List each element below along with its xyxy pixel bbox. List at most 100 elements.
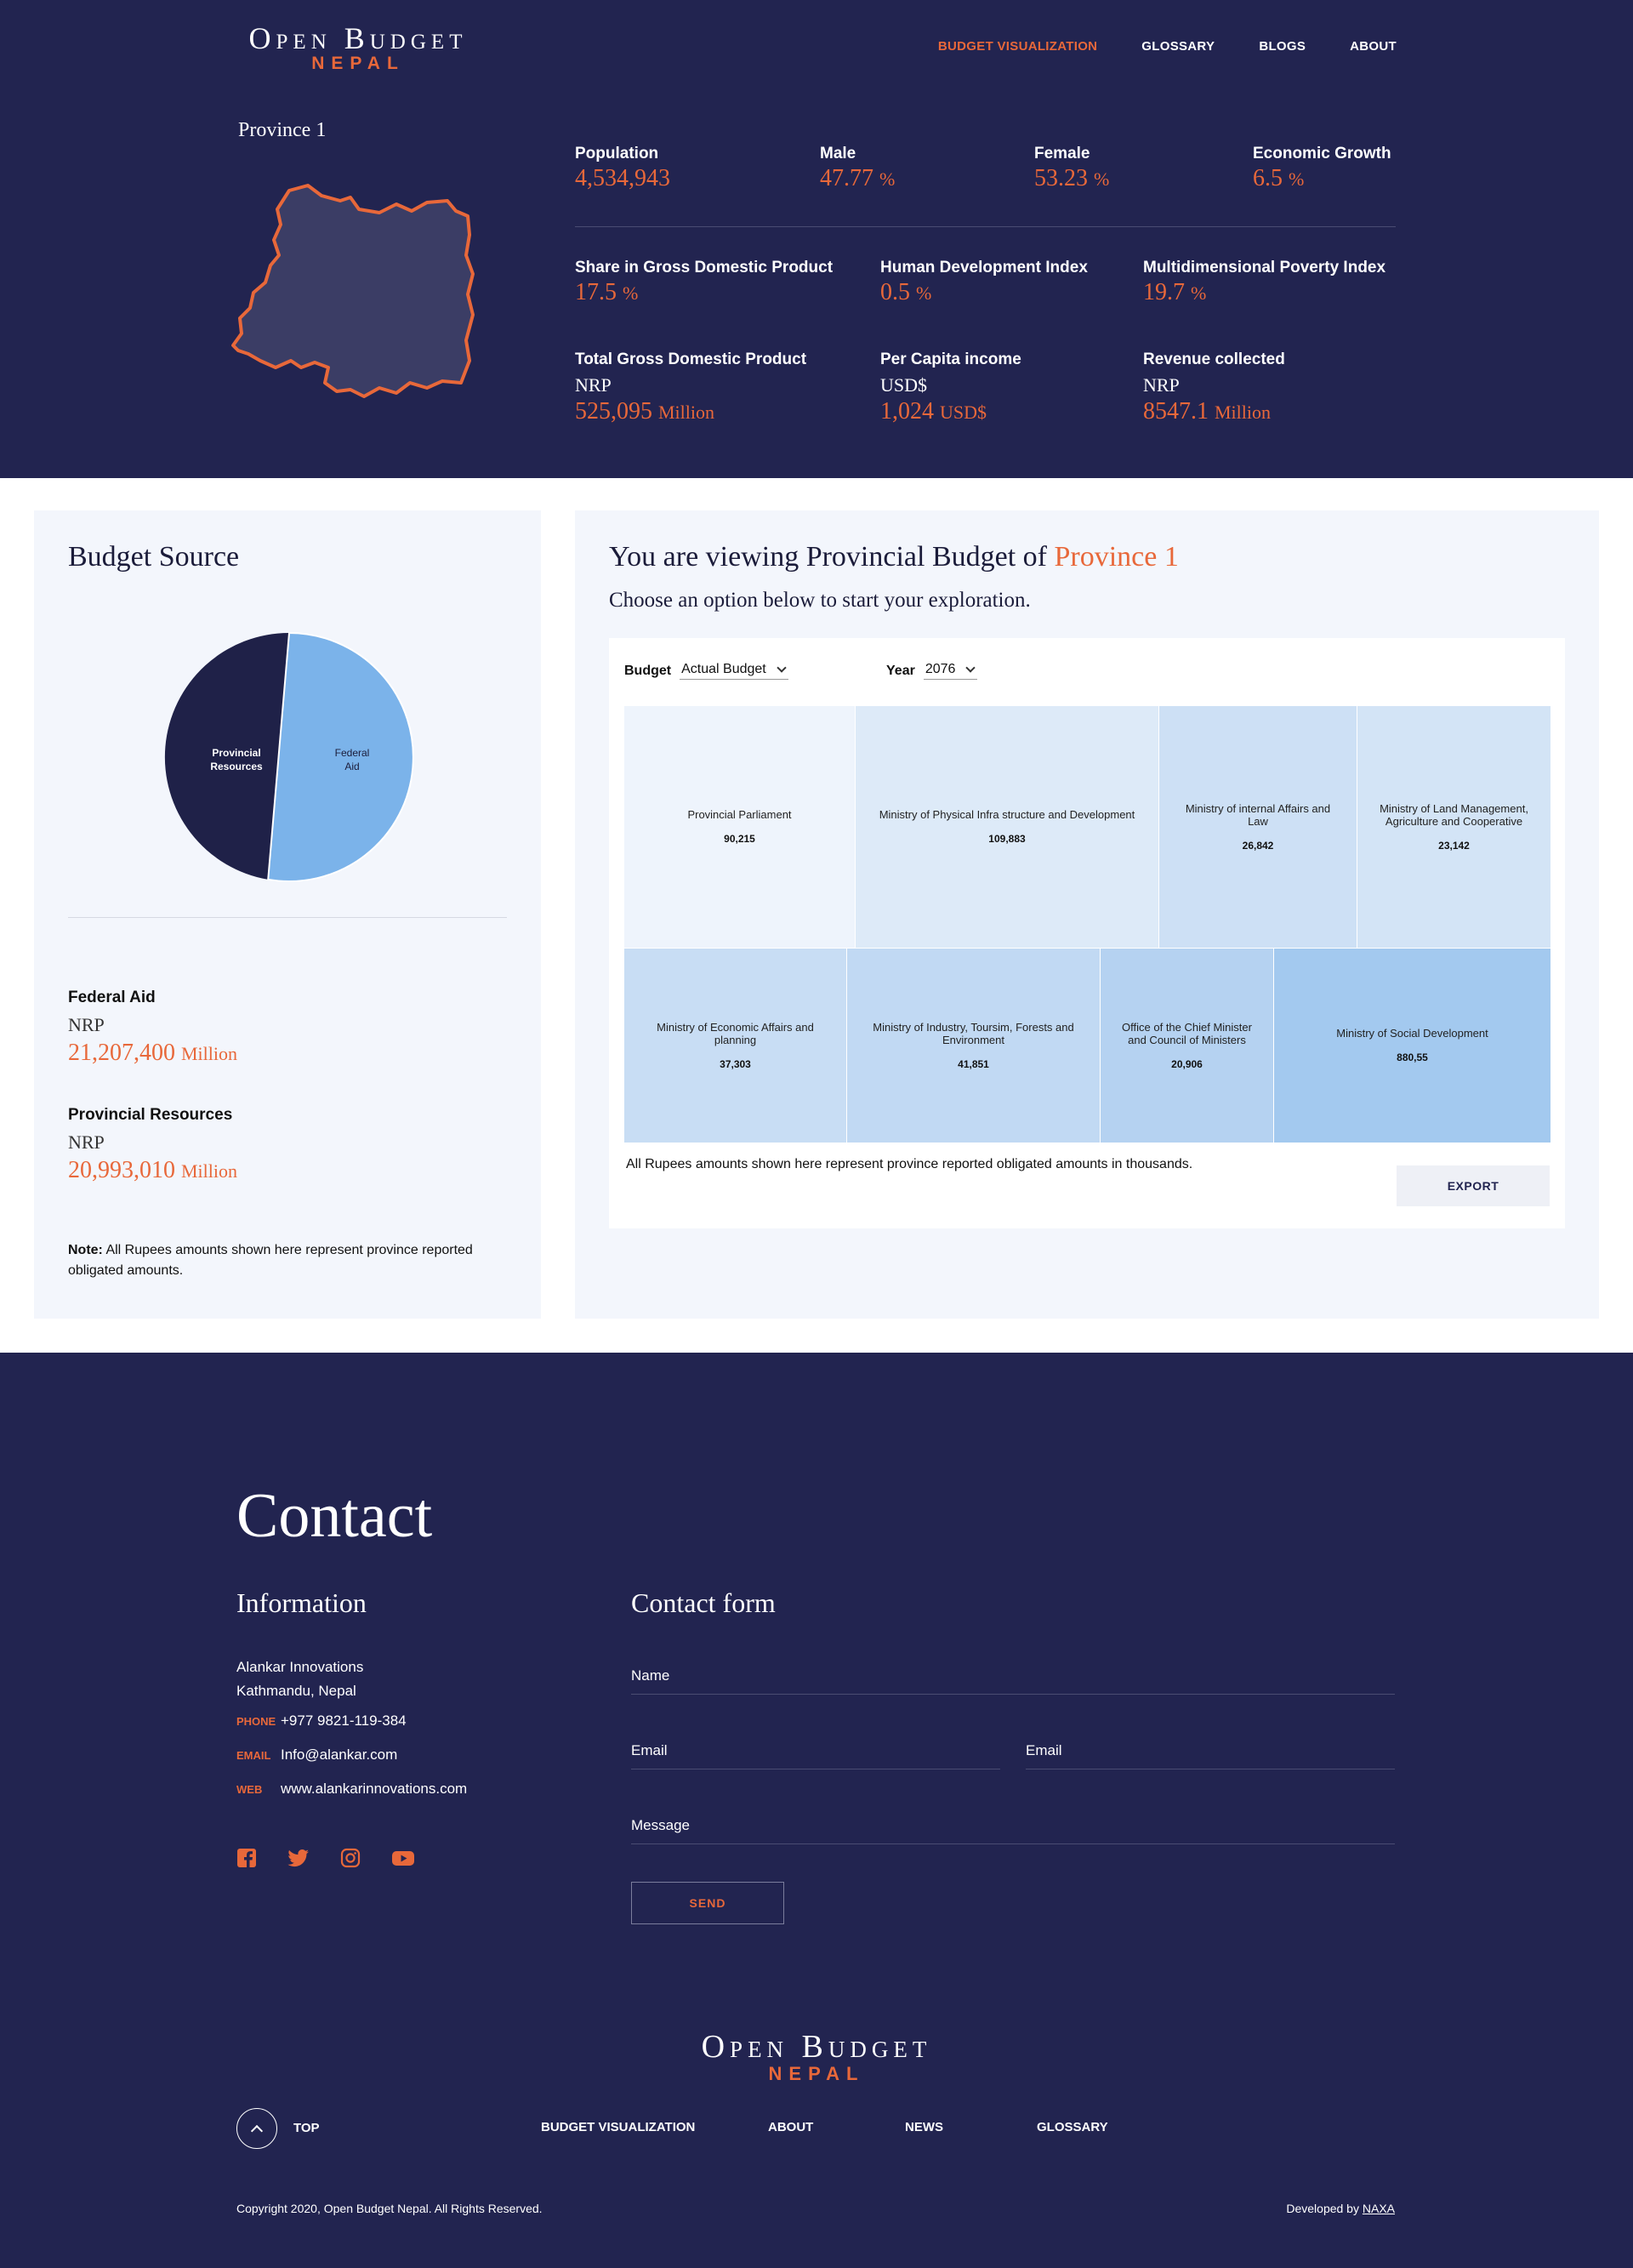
youtube-icon[interactable] [391,1848,415,1868]
email-field[interactable]: Email [631,1739,1000,1769]
copyright: Copyright 2020, Open Budget Nepal. All R… [236,2202,543,2215]
treemap-tile-name: Ministry of Industry, Toursim, Forests a… [873,1020,1074,1046]
send-button[interactable]: SEND [631,1882,784,1924]
treemap-tile[interactable]: Ministry of Social Development 880,55 [1274,949,1551,1143]
stat-currency: USD$ [880,374,928,396]
budget-treemap: Provincial Parliament 90,215 Ministry of P… [624,706,1551,1143]
company-name: Alankar Innovations [236,1659,364,1675]
treemap-tile-name: Ministry of Physical Infra structure and… [879,808,1135,821]
email-field-2[interactable]: Email [1026,1739,1395,1769]
federal-aid-block: Federal Aid NRP 21,207,400 Million [68,989,237,1067]
chevron-down-icon [777,663,787,673]
instagram-icon[interactable] [340,1848,361,1868]
stat-value: 53.23 % [1034,165,1110,191]
provincial-resources-label: Provincial Resources [68,1106,233,1124]
budget-select-value[interactable]: Actual Budget [680,662,788,680]
province-name: Province 1 [238,119,327,141]
treemap-tile[interactable]: Ministry of Economic Affairs and plannin… [624,949,847,1143]
budget-viewer-panel: You are viewing Provincial Budget of Pro… [575,510,1599,1319]
brand-line2: NEPAL [311,54,405,73]
stat-female: Female 53.23 % [1034,145,1109,192]
stat-label: Per Capita income [880,350,1021,368]
treemap-tile-value: 109,883 [988,833,1026,845]
email-row: EMAIL Info@alankar.com [236,1747,397,1764]
form-title: Contact form [631,1587,776,1618]
stat-mpi: Multidimensional Poverty Index 19.7 % [1143,259,1385,306]
stat-label: Economic Growth [1253,145,1391,162]
stat-value: 19.7 % [1143,279,1207,305]
stat-hdi: Human Development Index 0.5 % [880,259,1088,306]
year-select-value[interactable]: 2076 [923,662,978,680]
budget-select-label: Budget [624,663,672,678]
stat-value: 1,024 USD$ [880,398,987,425]
budget-source-pie[interactable]: Provincial Resources Federal Aid [153,621,425,893]
treemap-tile-value: 880,55 [1397,1051,1428,1063]
pie-label-federal-2: Aid [344,761,359,772]
footer-logo[interactable]: Open Budget NEPAL [672,2030,961,2084]
back-to-top-button[interactable] [236,2108,277,2149]
footer-nav-budget-visualization[interactable]: BUDGET VISUALIZATION [541,2120,695,2134]
stat-value: 525,095 Million [575,398,715,425]
email-label: EMAIL [236,1748,271,1762]
stat-label: Population [575,145,659,162]
stat-value: 47.77 % [820,165,896,191]
stat-label: Human Development Index [880,259,1088,276]
web-label: WEB [236,1782,263,1796]
budget-select[interactable]: Budget Actual Budget [624,662,788,680]
phone-value[interactable]: +977 9821-119-384 [281,1712,407,1729]
stat-currency: NRP [1143,374,1180,396]
phone-row: PHONE +977 9821-119-384 [236,1712,407,1729]
address: Alankar Innovations Kathmandu, Nepal [236,1655,363,1703]
treemap-tile[interactable]: Office of the Chief Minister and Council… [1101,949,1274,1143]
back-to-top-label[interactable]: TOP [293,2121,320,2135]
budget-source-panel: Budget Source Provincial Resources Feder… [34,510,541,1319]
treemap-tile[interactable]: Provincial Parliament 90,215 [624,706,856,949]
treemap-tile[interactable]: Ministry of internal Affairs and Law 26,8… [1159,706,1357,949]
twitter-icon[interactable] [287,1848,310,1868]
budget-source-note: Note: All Rupees amounts shown here repr… [68,1243,473,1278]
year-select[interactable]: Year 2076 [886,662,978,680]
contact-title: Contact [236,1481,433,1551]
facebook-icon[interactable] [236,1848,257,1868]
provincial-resources-block: Provincial Resources NRP 20,993,010 Mill… [68,1106,237,1184]
treemap-tile[interactable]: Ministry of Industry, Toursim, Forests a… [847,949,1101,1143]
stat-value: 6.5 % [1253,165,1305,191]
treemap-tile-value: 20,906 [1171,1057,1203,1070]
nav-blogs[interactable]: BLOGS [1259,39,1306,54]
pie-label-federal: Federal [335,747,370,759]
email-value[interactable]: Info@alankar.com [281,1747,397,1764]
stats-divider [575,226,1396,227]
info-title: Information [236,1587,367,1618]
export-button[interactable]: EXPORT [1397,1165,1550,1206]
footer-nav-about[interactable]: ABOUT [768,2120,813,2134]
treemap-tile-value: 90,215 [724,833,755,845]
viz-note: All Rupees amounts shown here represent … [626,1157,1193,1171]
message-field[interactable]: Message [631,1814,1395,1844]
treemap-tile[interactable]: Ministry of Physical Infra structure and… [856,706,1159,949]
footer-nav-glossary[interactable]: GLOSSARY [1037,2120,1108,2134]
web-row: WEB www.alankarinnovations.com [236,1781,467,1798]
footer-nav-news[interactable]: NEWS [905,2120,943,2134]
nav-about[interactable]: ABOUT [1350,39,1397,54]
federal-aid-currency: NRP [68,1014,105,1035]
viewer-subtitle: Choose an option below to start your exp… [609,589,1031,612]
web-value[interactable]: www.alankarinnovations.com [281,1781,467,1798]
stat-economic-growth: Economic Growth 6.5 % [1253,145,1391,192]
naxa-link[interactable]: NAXA [1363,2202,1395,2215]
treemap-tile[interactable]: Ministry of Land Management, Agriculture… [1357,706,1551,949]
budget-source-divider [68,917,507,918]
brand-line1: Open Budget [248,21,468,55]
footer-brand-line2: NEPAL [768,2063,865,2084]
name-field[interactable]: Name [631,1664,1395,1695]
nav-budget-visualization[interactable]: BUDGET VISUALIZATION [938,39,1097,54]
federal-aid-label: Federal Aid [68,989,156,1006]
treemap-tile-name: Ministry of Social Development [1336,1027,1488,1040]
treemap-tile-value: 26,842 [1242,839,1274,852]
nav-glossary[interactable]: GLOSSARY [1141,39,1215,54]
stat-total-gdp: Total Gross Domestic Product NRP 525,095… [575,350,806,425]
treemap-tile-name: Ministry of internal Affairs and Law [1185,801,1331,828]
chevron-down-icon [965,663,976,673]
brand-logo[interactable]: Open Budget NEPAL [235,22,481,73]
stat-label: Revenue collected [1143,350,1285,368]
treemap-tile-value: 41,851 [958,1057,989,1070]
